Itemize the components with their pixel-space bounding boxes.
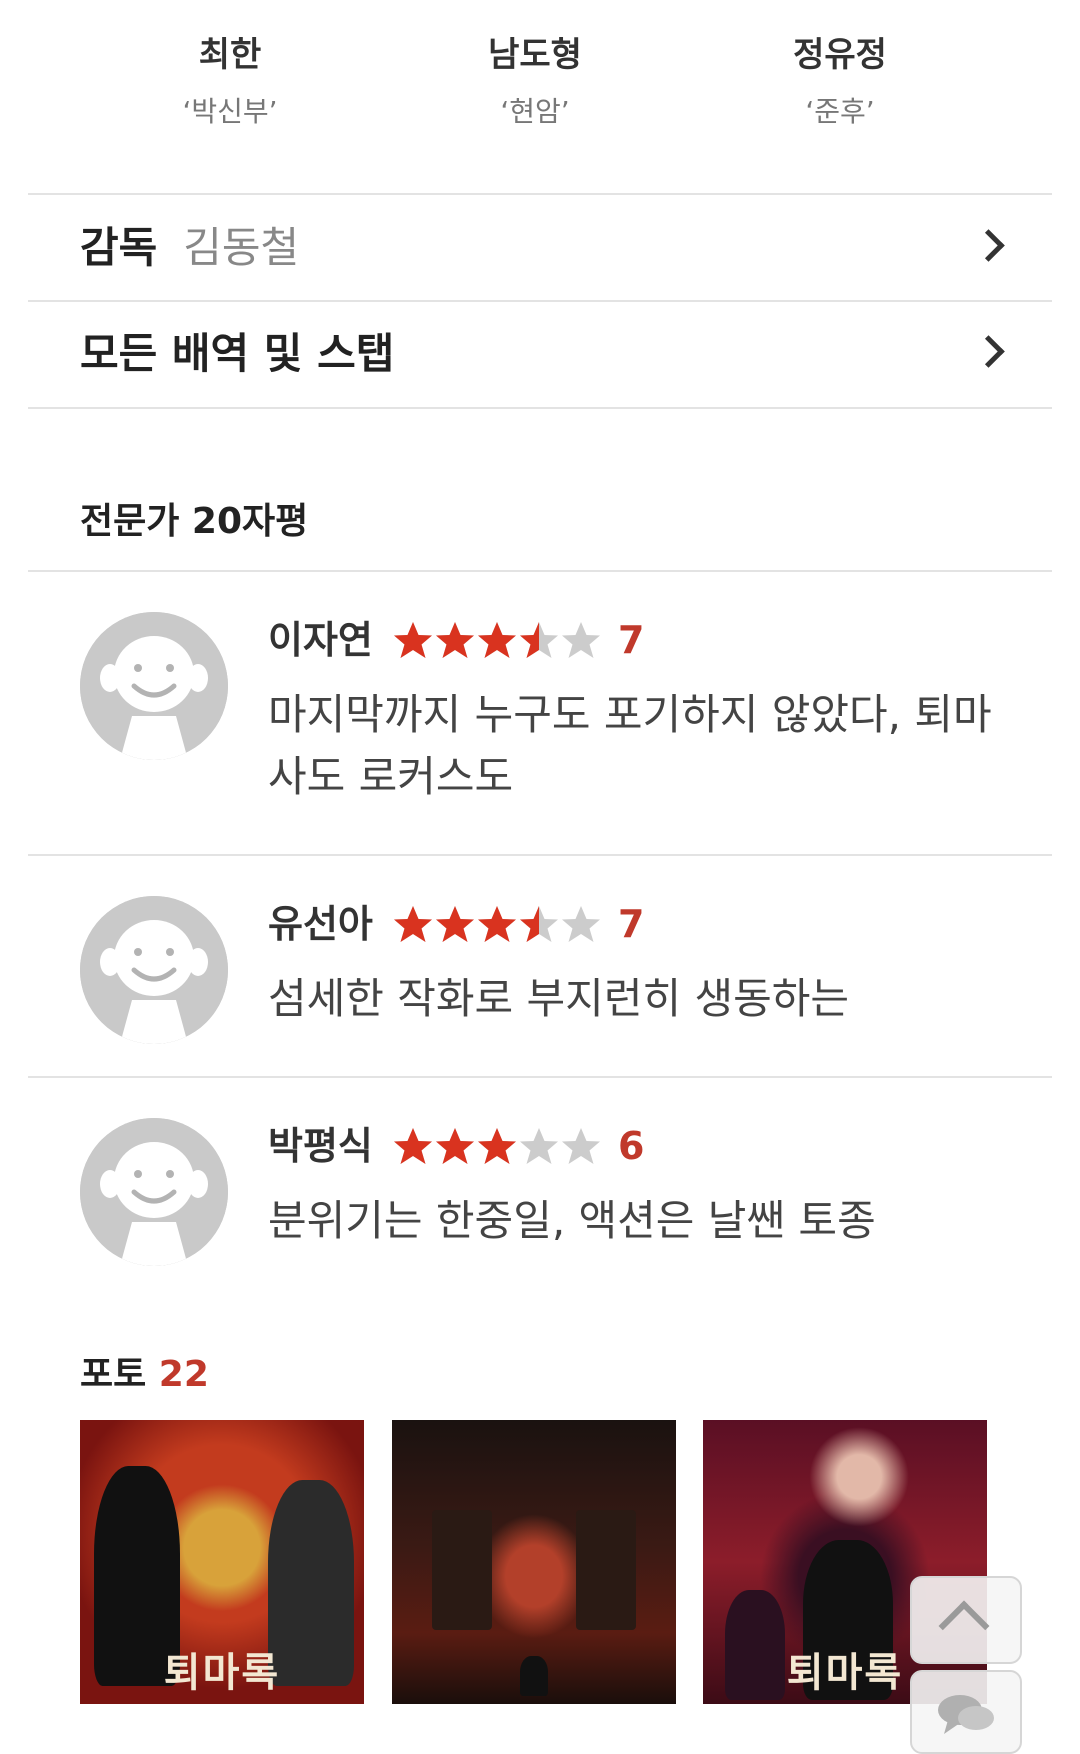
photos-title: 포토 [80, 1354, 147, 1395]
director-label-wrap: 감독 김동철 [80, 196, 299, 300]
poster-title: 퇴마록 [163, 1649, 281, 1696]
review-text: 섬세한 작화로 부지런히 생동하는 [268, 974, 850, 1023]
star-icon [394, 906, 432, 942]
star-icon [394, 1128, 432, 1164]
reviewer-name: 박평식 [268, 1124, 373, 1168]
star-rating [392, 1126, 602, 1168]
default-avatar-icon [80, 1118, 228, 1266]
star-icon [562, 906, 600, 942]
photo-thumbnail[interactable] [392, 1420, 676, 1704]
chevron-up-icon [938, 1600, 990, 1652]
reviewer-name: 유선아 [268, 902, 373, 946]
divider [28, 193, 1052, 195]
star-icon [394, 622, 432, 658]
poster-figure [520, 1656, 548, 1696]
star-icon [436, 906, 474, 942]
default-avatar-icon [80, 896, 228, 1044]
all-cast-staff-label: 모든 배역 및 스탭 [80, 329, 395, 378]
photos-section-title: 포토 22 [80, 1345, 209, 1397]
divider [28, 854, 1052, 856]
cast-list: 최한 ‘박신부’ 남도형 ‘현암’ 정유정 ‘준후’ [0, 30, 1080, 150]
scroll-to-top-button[interactable] [910, 1576, 1022, 1664]
review-score: 7 [618, 902, 645, 946]
star-rating [392, 904, 602, 946]
cast-item[interactable]: 최한 ‘박신부’ [120, 30, 340, 132]
chevron-right-icon [972, 335, 1005, 368]
star-icon [520, 1128, 558, 1164]
divider [28, 570, 1052, 572]
cast-role: ‘박신부’ [182, 95, 278, 128]
reviewer-name: 이자연 [268, 618, 373, 662]
review-text: 분위기는 한중일, 액션은 날쌘 토종 [268, 1196, 876, 1245]
review-score: 6 [618, 1124, 645, 1168]
star-icon [562, 622, 600, 658]
poster-shrine [432, 1510, 492, 1630]
star-icon [520, 622, 558, 658]
star-rating [392, 620, 602, 662]
default-avatar-icon [80, 612, 228, 760]
chevron-right-icon [972, 229, 1005, 262]
star-icon [562, 1128, 600, 1164]
poster-shrine [576, 1510, 636, 1630]
chat-button[interactable] [910, 1670, 1022, 1754]
all-cast-staff-row[interactable]: 모든 배역 및 스탭 [28, 302, 1052, 406]
chat-bubbles-icon [938, 1695, 994, 1734]
star-icon [478, 622, 516, 658]
cast-role: ‘준후’ [805, 95, 875, 128]
star-icon [520, 906, 558, 942]
photo-thumbnail[interactable]: 퇴마록 [80, 1420, 364, 1704]
director-label: 감독 [80, 223, 158, 272]
cast-name: 남도형 [488, 35, 582, 75]
director-row[interactable]: 감독 김동철 [28, 196, 1052, 300]
divider [28, 407, 1052, 409]
photos-count: 22 [158, 1354, 209, 1395]
cast-name: 최한 [198, 35, 262, 75]
divider [28, 1076, 1052, 1078]
cast-role: ‘현암’ [500, 95, 570, 128]
review-score: 7 [618, 618, 645, 662]
star-icon [478, 1128, 516, 1164]
cast-item[interactable]: 정유정 ‘준후’ [730, 30, 950, 132]
review-text: 마지막까지 누구도 포기하지 않았다, 퇴마사도 로커스도 [268, 690, 992, 801]
star-icon [436, 622, 474, 658]
cast-name: 정유정 [793, 35, 887, 75]
director-name: 김동철 [183, 223, 300, 272]
reviews-section-title: 전문가 20자평 [80, 501, 309, 542]
star-icon [436, 1128, 474, 1164]
star-icon [478, 906, 516, 942]
cast-item[interactable]: 남도형 ‘현암’ [425, 30, 645, 132]
